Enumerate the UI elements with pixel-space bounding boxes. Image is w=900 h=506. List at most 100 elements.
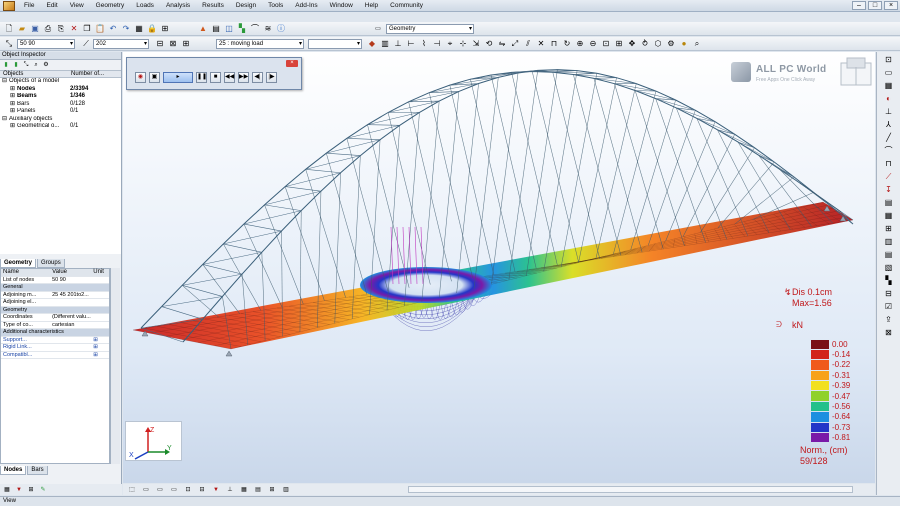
loads-icon[interactable]: ▼ [14, 486, 24, 494]
zoom-in-icon[interactable]: ⊕ [574, 38, 586, 50]
maximize-button[interactable]: □ [868, 1, 882, 10]
property-row[interactable]: Compatibl... ⊞ [1, 352, 109, 359]
member-icon[interactable]: ▥ [379, 38, 391, 50]
mirror-icon[interactable]: ⇋ [496, 38, 508, 50]
tree-row[interactable]: ⊟ Auxiliary objects [0, 116, 121, 124]
viewport-horizontal-scrollbar[interactable] [408, 486, 853, 493]
intersect-icon[interactable]: ✕ [535, 38, 547, 50]
view-3d-icon[interactable]: ⬚ [126, 486, 138, 494]
property-section[interactable]: Geometry [1, 306, 109, 314]
release-icon[interactable]: ⊢ [405, 38, 417, 50]
tree-expander-icon[interactable]: ⊟ [2, 116, 7, 122]
offset-icon[interactable]: ⊣ [431, 38, 443, 50]
export-tool-icon[interactable]: ⇪ [882, 314, 896, 325]
help-icon[interactable]: ● [678, 38, 690, 50]
edit-icon[interactable]: ✎ [38, 486, 48, 494]
results-icon[interactable]: ⊞ [159, 23, 171, 35]
property-row[interactable]: Support... ⊞ [1, 337, 109, 344]
lock-icon[interactable]: 🔒 [146, 23, 158, 35]
open-icon[interactable]: ▰ [16, 23, 28, 35]
player-forward-icon[interactable]: ▶▶ [238, 72, 249, 83]
tab-bars[interactable]: Bars [27, 466, 48, 475]
paste-icon[interactable]: 📋 [94, 23, 106, 35]
menu-window[interactable]: Window [324, 0, 359, 12]
property-value[interactable] [50, 352, 93, 359]
load-tool-icon[interactable]: ↧ [882, 184, 896, 195]
zoom-out-icon[interactable]: ⊖ [587, 38, 599, 50]
search-icon[interactable]: ⌕ [691, 38, 703, 50]
component-combo[interactable] [308, 39, 362, 49]
view-xy-icon[interactable]: ▭ [168, 486, 180, 494]
player-next-frame-icon[interactable]: |▶ [266, 72, 277, 83]
structure-icon[interactable]: ▦ [2, 486, 12, 494]
undo-icon[interactable]: ↶ [107, 23, 119, 35]
minimize-button[interactable]: – [852, 1, 866, 10]
player-progress[interactable]: ▸ [163, 72, 193, 83]
select-icon[interactable]: ⤡ [22, 61, 30, 69]
property-row[interactable]: Coordinates (Different valu... [1, 314, 109, 322]
print-preview-icon[interactable]: ⎘ [55, 23, 67, 35]
close-window-button[interactable]: × [884, 1, 898, 10]
property-row[interactable]: Type of co... cartesian [1, 322, 109, 329]
col-number[interactable]: Number of... [68, 71, 104, 77]
line-tool-icon[interactable]: ╱ [882, 132, 896, 143]
nodes-tool-icon[interactable]: ⊡ [882, 54, 896, 65]
menu-add-ins[interactable]: Add-Ins [289, 0, 323, 12]
property-more-icon[interactable]: ⊞ [93, 352, 98, 358]
table-icon[interactable]: ▤ [210, 23, 222, 35]
cable-icon[interactable]: ⌇ [418, 38, 430, 50]
design-tool-icon[interactable]: ⊟ [882, 288, 896, 299]
settings-icon[interactable]: ⚙ [42, 61, 50, 69]
table-tool-icon[interactable]: ▤ [882, 249, 896, 260]
sections-tool-icon[interactable]: ▦ [882, 80, 896, 91]
property-value[interactable] [50, 337, 93, 344]
new-icon[interactable]: 🗋 [3, 23, 15, 35]
property-row[interactable]: Adjoining m... 25 45 201to2... [1, 292, 109, 299]
menu-help[interactable]: Help [359, 0, 384, 12]
tree-expander-icon[interactable]: ⊟ [2, 78, 7, 84]
menu-design[interactable]: Design [230, 0, 262, 12]
property-more-icon[interactable]: ⊞ [93, 344, 98, 350]
extrude-icon[interactable]: ⊓ [548, 38, 560, 50]
property-row[interactable]: Adjoining el... [1, 299, 109, 307]
cut-icon[interactable]: ✕ [68, 23, 80, 35]
material-tool-icon[interactable]: ◐ [882, 93, 896, 104]
view-xz-icon[interactable]: ▭ [140, 486, 152, 494]
bars-tool-icon[interactable]: ▭ [882, 67, 896, 78]
combination-tool-icon[interactable]: ⊞ [882, 223, 896, 234]
groups-icon[interactable]: ⊞ [26, 486, 36, 494]
save-icon[interactable]: ▣ [29, 23, 41, 35]
redo-icon[interactable]: ↷ [120, 23, 132, 35]
sort-icon[interactable]: ▮ [12, 61, 20, 69]
menu-results[interactable]: Results [196, 0, 230, 12]
support-icon[interactable]: ⊥ [392, 38, 404, 50]
map-icon[interactable]: ▚ [236, 23, 248, 35]
menu-tools[interactable]: Tools [262, 0, 289, 12]
supports-tool-icon[interactable]: ⊥ [882, 106, 896, 117]
property-value[interactable] [50, 299, 93, 306]
player-pause-icon[interactable]: ❚❚ [196, 72, 207, 83]
player-prev-frame-icon[interactable]: ◀| [252, 72, 263, 83]
stress-icon[interactable]: ≋ [262, 23, 274, 35]
property-more-icon[interactable]: ⊞ [93, 337, 98, 343]
bar-select-icon[interactable]: ⟋ [80, 38, 92, 50]
display-nodes-icon[interactable]: ⊡ [182, 486, 194, 494]
tree-expander-icon[interactable]: ⊞ [10, 123, 15, 129]
report-tool-icon[interactable]: ▧ [882, 262, 896, 273]
calculate-icon[interactable]: ▲ [197, 23, 209, 35]
menu-edit[interactable]: Edit [40, 0, 63, 12]
copy-icon[interactable]: ❐ [81, 23, 93, 35]
property-row[interactable]: List of nodes 50 90 [1, 277, 109, 284]
rotate-icon[interactable]: ⟲ [483, 38, 495, 50]
zoom-all-icon[interactable]: ⊞ [613, 38, 625, 50]
layout-combo[interactable]: Geometry [386, 24, 474, 34]
display-bars-icon[interactable]: ⊟ [196, 486, 208, 494]
tree-row[interactable]: ⊞ Bars 0/128 [0, 101, 121, 109]
zoom-window-icon[interactable]: ⊡ [600, 38, 612, 50]
tree-row[interactable]: ⊞ Nodes 2/3394 [0, 86, 121, 94]
menu-analysis[interactable]: Analysis [160, 0, 196, 12]
truss-tool-icon[interactable]: ⅄ [882, 119, 896, 130]
frame-tool-icon[interactable]: ⊓ [882, 158, 896, 169]
app-icon[interactable] [3, 1, 15, 11]
property-row[interactable]: Rigid Link... ⊞ [1, 344, 109, 352]
